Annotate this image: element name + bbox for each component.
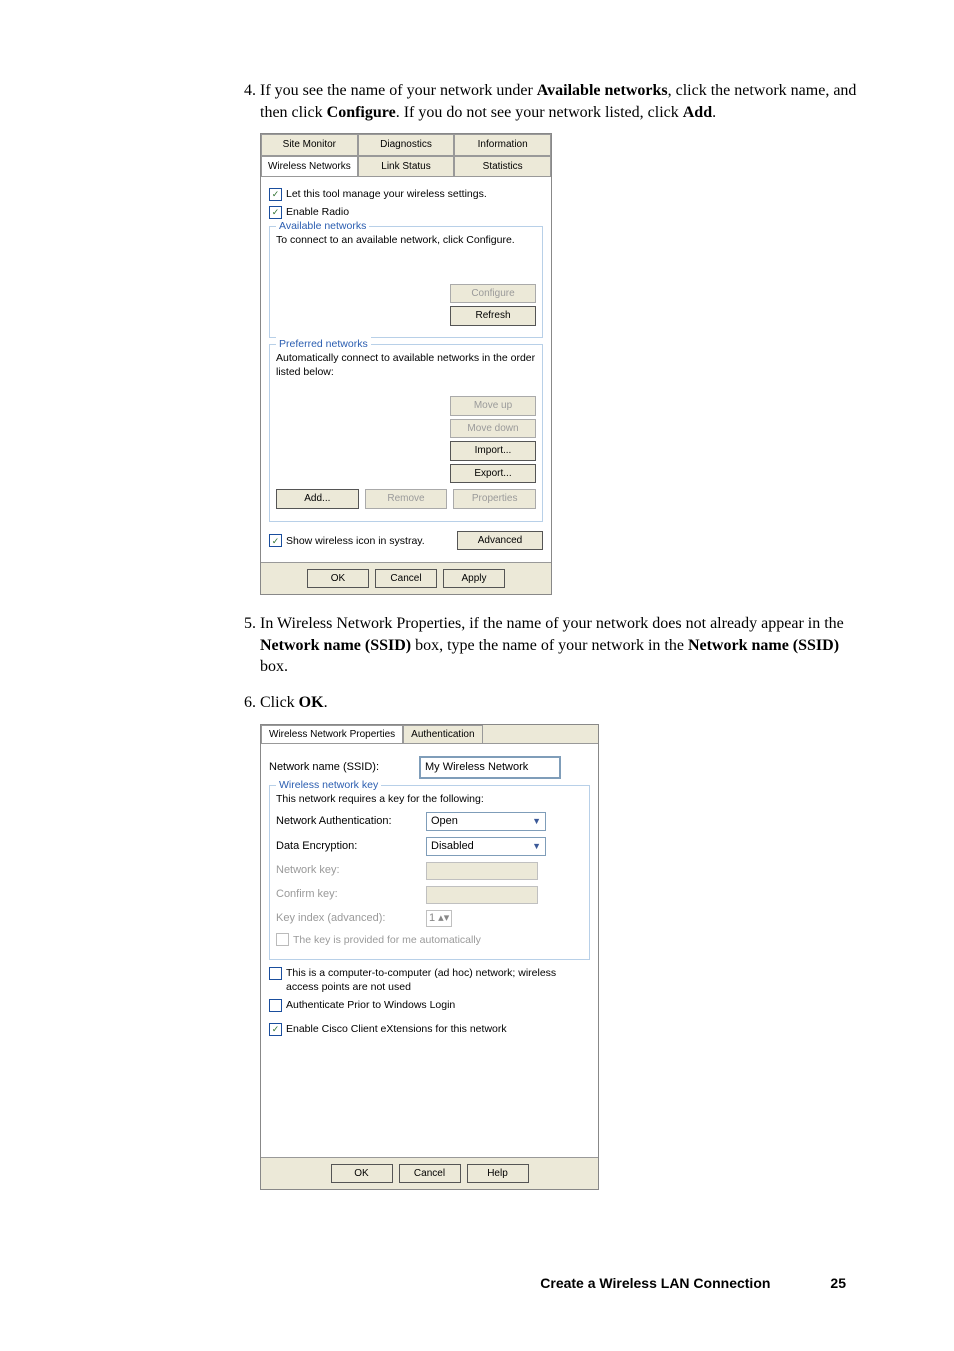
help-button[interactable]: Help — [467, 1164, 529, 1184]
step-5: In Wireless Network Properties, if the n… — [260, 613, 864, 678]
step5-post: box. — [260, 658, 288, 675]
footer-section-title: Create a Wireless LAN Connection — [540, 1275, 770, 1291]
step-4: If you see the name of your network unde… — [260, 80, 864, 595]
tab-authentication[interactable]: Authentication — [403, 725, 482, 744]
key-index-spinner: 1 ▴▾ — [426, 910, 452, 927]
step6-b1: OK — [299, 694, 324, 711]
ok-button[interactable]: OK — [307, 569, 369, 589]
add-button[interactable]: Add... — [276, 489, 359, 509]
wireless-key-text: This network requires a key for the foll… — [276, 792, 583, 806]
enable-radio-checkbox[interactable]: ✓ — [269, 206, 282, 219]
ssid-label: Network name (SSID): — [269, 760, 419, 775]
step4-pre: If you see the name of your network unde… — [260, 82, 537, 99]
network-auth-value: Open — [431, 814, 458, 829]
tab-information[interactable]: Information — [454, 134, 551, 155]
ok-button[interactable]: OK — [331, 1164, 393, 1184]
available-networks-text: To connect to an available network, clic… — [276, 233, 536, 247]
tab-statistics[interactable]: Statistics — [454, 156, 551, 177]
key-index-label: Key index (advanced): — [276, 911, 426, 926]
enable-radio-label: Enable Radio — [286, 205, 349, 219]
available-networks-legend: Available networks — [276, 219, 369, 233]
network-auth-select[interactable]: Open ▼ — [426, 812, 546, 831]
configure-button[interactable]: Configure — [450, 284, 536, 304]
network-auth-label: Network Authentication: — [276, 814, 426, 829]
network-properties-dialog: Wireless Network Properties Authenticati… — [260, 724, 599, 1190]
wireless-key-legend: Wireless network key — [276, 778, 381, 792]
step4-post: . — [712, 104, 716, 121]
tab-diagnostics[interactable]: Diagnostics — [358, 134, 455, 155]
adhoc-checkbox[interactable] — [269, 967, 282, 980]
auth-prior-label: Authenticate Prior to Windows Login — [286, 998, 455, 1012]
move-up-button[interactable]: Move up — [450, 396, 536, 416]
step5-b2: Network name (SSID) — [688, 637, 839, 654]
data-encryption-value: Disabled — [431, 839, 474, 854]
step4-b3: Add — [683, 104, 712, 121]
let-tool-checkbox[interactable]: ✓ — [269, 188, 282, 201]
chevron-down-icon: ▼ — [532, 815, 541, 827]
remove-button[interactable]: Remove — [365, 489, 448, 509]
data-encryption-label: Data Encryption: — [276, 839, 426, 854]
cisco-checkbox[interactable]: ✓ — [269, 1023, 282, 1036]
step-6: Click OK. Wireless Network Properties Au… — [260, 692, 864, 1190]
adhoc-label: This is a computer-to-computer (ad hoc) … — [286, 966, 566, 994]
properties-button[interactable]: Properties — [453, 489, 536, 509]
confirm-key-label: Confirm key: — [276, 887, 426, 902]
tab-wireless-network-properties[interactable]: Wireless Network Properties — [261, 725, 403, 744]
step4-b1: Available networks — [537, 82, 668, 99]
wireless-networks-dialog: Site Monitor Diagnostics Information Wir… — [260, 133, 552, 595]
step5-m1: box, type the name of your network in th… — [411, 637, 688, 654]
auto-key-checkbox — [276, 933, 289, 946]
step5-b1: Network name (SSID) — [260, 637, 411, 654]
move-down-button[interactable]: Move down — [450, 419, 536, 439]
systray-label: Show wireless icon in systray. — [286, 534, 425, 548]
let-tool-label: Let this tool manage your wireless setti… — [286, 187, 487, 201]
refresh-button[interactable]: Refresh — [450, 306, 536, 326]
export-button[interactable]: Export... — [450, 464, 536, 484]
network-key-label: Network key: — [276, 863, 426, 878]
key-index-value: 1 — [429, 911, 435, 926]
step6-post: . — [324, 694, 328, 711]
step5-pre: In Wireless Network Properties, if the n… — [260, 615, 844, 632]
tab-wireless-networks[interactable]: Wireless Networks — [261, 156, 358, 177]
step4-m2: . If you do not see your network listed,… — [396, 104, 683, 121]
data-encryption-select[interactable]: Disabled ▼ — [426, 837, 546, 856]
systray-checkbox[interactable]: ✓ — [269, 534, 282, 547]
confirm-key-input — [426, 886, 538, 904]
step6-pre: Click — [260, 694, 299, 711]
tab-link-status[interactable]: Link Status — [358, 156, 455, 177]
cancel-button[interactable]: Cancel — [375, 569, 437, 589]
tab-site-monitor[interactable]: Site Monitor — [261, 134, 358, 155]
chevron-down-icon: ▼ — [532, 840, 541, 852]
ssid-input[interactable]: My Wireless Network — [419, 756, 561, 779]
cancel-button[interactable]: Cancel — [399, 1164, 461, 1184]
auto-key-label: The key is provided for me automatically — [293, 933, 481, 947]
auth-prior-checkbox[interactable] — [269, 999, 282, 1012]
preferred-networks-text: Automatically connect to available netwo… — [276, 351, 536, 379]
network-key-input — [426, 862, 538, 880]
apply-button[interactable]: Apply — [443, 569, 505, 589]
cisco-label: Enable Cisco Client eXtensions for this … — [286, 1022, 507, 1036]
footer-page-number: 25 — [830, 1275, 846, 1291]
advanced-button[interactable]: Advanced — [457, 531, 543, 551]
import-button[interactable]: Import... — [450, 441, 536, 461]
step4-b2: Configure — [327, 104, 396, 121]
preferred-networks-legend: Preferred networks — [276, 337, 371, 351]
